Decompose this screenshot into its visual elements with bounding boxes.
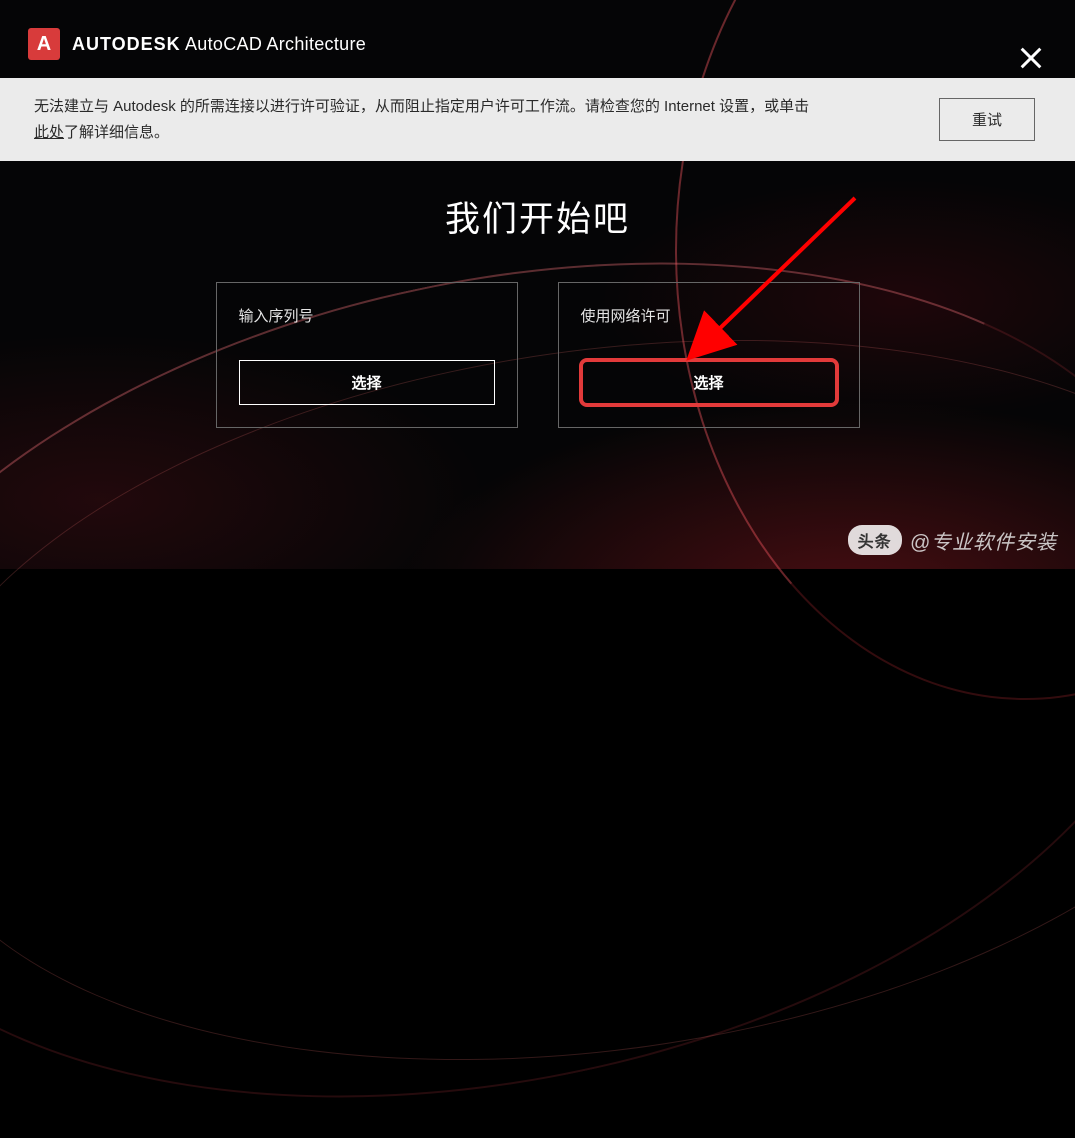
options-row: 输入序列号 选择 使用网络许可 选择 (0, 282, 1075, 428)
header: A AUTODESK AutoCAD Architecture (0, 0, 1075, 72)
details-link[interactable]: 此处 (34, 124, 64, 141)
page-title: 我们开始吧 (0, 191, 1075, 242)
select-serial-button[interactable]: 选择 (239, 360, 495, 405)
card-enter-serial: 输入序列号 选择 (216, 282, 518, 428)
retry-button[interactable]: 重试 (939, 98, 1035, 141)
watermark: 头条 @专业软件安装 (848, 525, 1057, 555)
watermark-pill: 头条 (848, 525, 902, 555)
watermark-text: @专业软件安装 (910, 526, 1057, 555)
product-title: AUTODESK AutoCAD Architecture (72, 34, 366, 55)
card-network-license: 使用网络许可 选择 (558, 282, 860, 428)
card-label: 使用网络许可 (581, 305, 837, 326)
notice-text: 无法建立与 Autodesk 的所需连接以进行许可验证，从而阻止指定用户许可工作… (34, 94, 814, 145)
close-icon (1017, 44, 1045, 72)
select-network-button[interactable]: 选择 (581, 360, 837, 405)
notice-bar: 无法建立与 Autodesk 的所需连接以进行许可验证，从而阻止指定用户许可工作… (0, 78, 1075, 161)
card-label: 输入序列号 (239, 305, 495, 326)
autodesk-logo: A (28, 28, 60, 60)
close-button[interactable] (1017, 44, 1045, 72)
